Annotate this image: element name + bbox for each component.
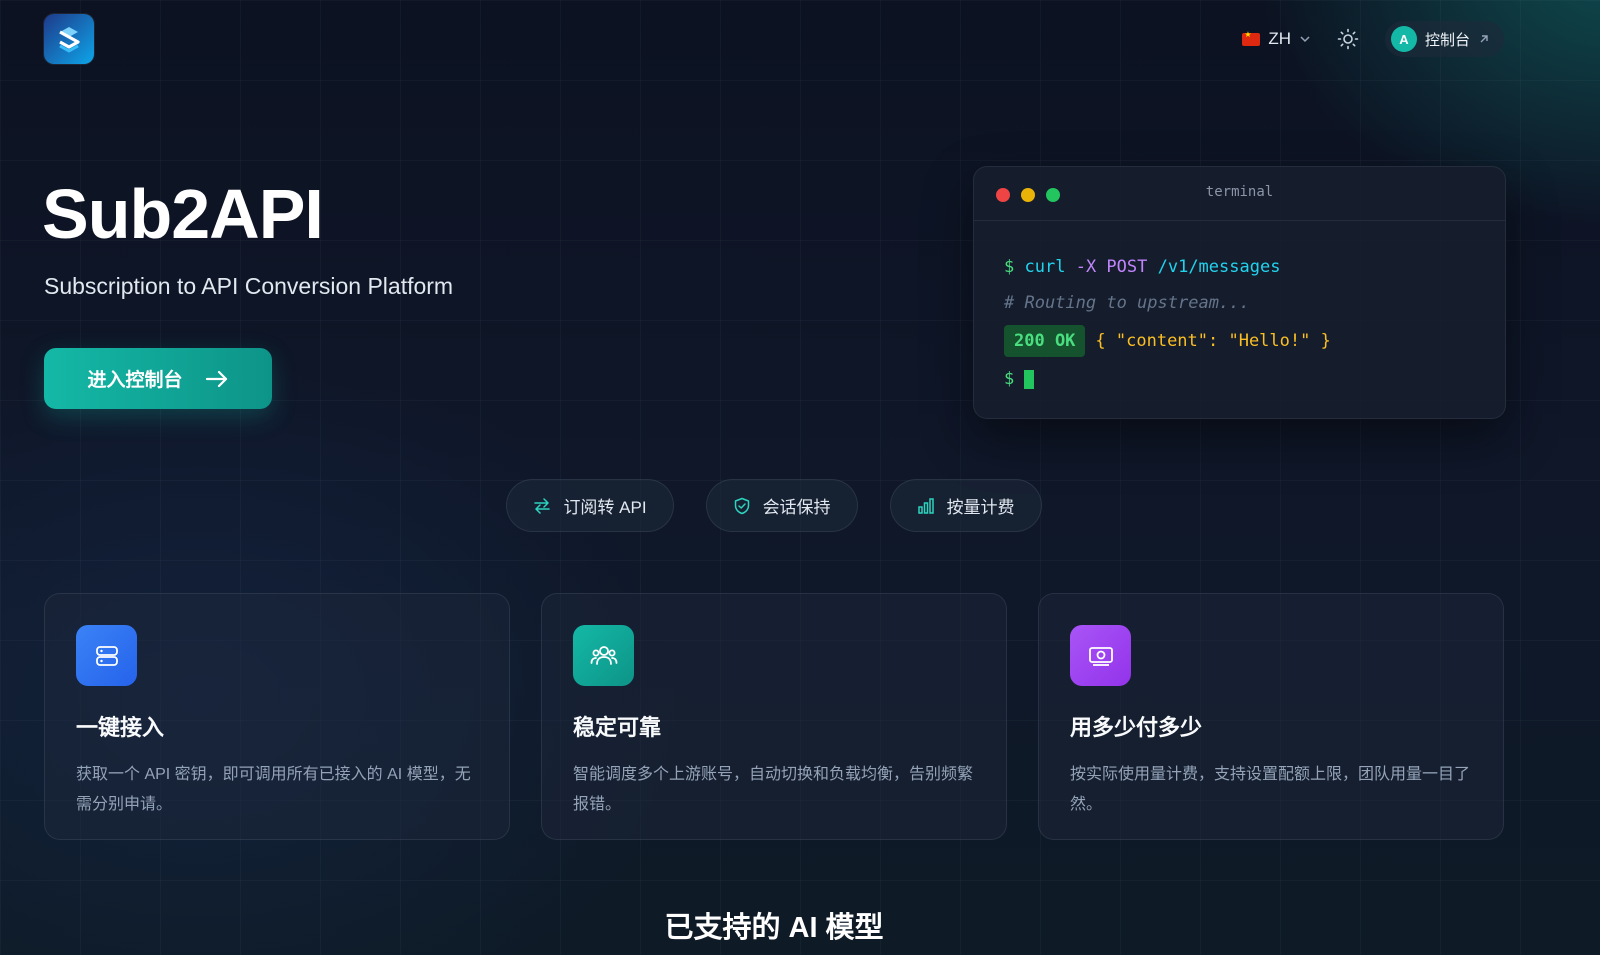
- status-badge: 200 OK: [1004, 325, 1086, 357]
- pill-label: 订阅转 API: [563, 498, 647, 517]
- arrow-right-icon: [205, 370, 227, 387]
- feature-card-reliable: 稳定可靠 智能调度多个上游账号，自动切换和负载均衡，告别频繁报错。: [541, 593, 1007, 840]
- console-link-label: 控制台: [1424, 31, 1470, 49]
- feature-card-one-click: 一键接入 获取一个 API 密钥，即可调用所有已接入的 AI 模型，无需分别申请…: [44, 593, 510, 840]
- pill-session-persistence[interactable]: 会话保持: [705, 479, 858, 532]
- pill-label: 按量计费: [946, 498, 1015, 517]
- command-path: /v1/messages: [1157, 257, 1281, 277]
- models-section-title: 已支持的 AI 模型: [664, 912, 884, 944]
- card-title: 一键接入: [76, 715, 165, 740]
- pill-subscription-to-api[interactable]: 订阅转 API: [506, 479, 674, 532]
- terminal-line-command: $ curl -X POST /v1/messages: [1004, 249, 1505, 285]
- terminal-title: terminal: [1205, 184, 1274, 200]
- logo-icon: [59, 27, 80, 53]
- card-title: 稳定可靠: [573, 715, 662, 740]
- terminal-line-response: 200 OK { "content": "Hello!" }: [1004, 321, 1505, 361]
- users-icon: [573, 625, 634, 686]
- avatar: A: [1390, 26, 1417, 52]
- terminal-cursor: [1024, 369, 1035, 389]
- terminal-titlebar: terminal: [974, 167, 1505, 221]
- hero-title: Sub2API: [42, 175, 324, 253]
- money-icon: [1070, 625, 1131, 686]
- response-body: { "content": "Hello!" }: [1095, 331, 1331, 351]
- pill-pay-per-use[interactable]: 按量计费: [889, 479, 1042, 532]
- card-description: 获取一个 API 密钥，即可调用所有已接入的 AI 模型，无需分别申请。: [76, 766, 471, 813]
- pill-label: 会话保持: [762, 498, 831, 517]
- header-actions: ZH A 控制台: [1242, 20, 1504, 58]
- bar-chart-icon: [917, 497, 934, 514]
- terminal-body: $ curl -X POST /v1/messages # Routing to…: [974, 221, 1505, 397]
- terminal-line-prompt: $: [1004, 361, 1505, 397]
- card-title: 用多少付多少: [1070, 715, 1203, 740]
- server-icon: [76, 625, 137, 686]
- logo[interactable]: [44, 14, 94, 64]
- china-flag-icon: [1242, 30, 1261, 46]
- shield-check-icon: [734, 497, 749, 514]
- sun-icon: [1337, 28, 1359, 50]
- prompt: $: [1004, 369, 1015, 389]
- prompt: $: [1004, 257, 1015, 277]
- enter-console-label: 进入控制台: [87, 370, 183, 391]
- terminal-window: terminal $ curl -X POST /v1/messages # R…: [973, 166, 1506, 419]
- feature-card-pay-as-you-go: 用多少付多少 按实际使用量计费，支持设置配额上限，团队用量一目了然。: [1038, 593, 1504, 840]
- command-flag: -X POST: [1075, 257, 1148, 277]
- swap-arrows-icon: [534, 497, 551, 514]
- card-description: 智能调度多个上游账号，自动切换和负载均衡，告别频繁报错。: [573, 766, 974, 813]
- command-name: curl: [1024, 257, 1066, 277]
- enter-console-button[interactable]: 进入控制台: [44, 348, 272, 409]
- theme-toggle[interactable]: [1333, 24, 1363, 54]
- feature-pills: 订阅转 API 会话保持 按量计费: [0, 479, 1600, 532]
- hero-subtitle: Subscription to API Conversion Platform: [44, 273, 454, 299]
- card-description: 按实际使用量计费，支持设置配额上限，团队用量一目了然。: [1070, 766, 1471, 813]
- chevron-down-icon: [1300, 36, 1310, 43]
- language-selector[interactable]: ZH: [1242, 29, 1311, 49]
- external-link-icon: [1480, 35, 1488, 43]
- console-link[interactable]: A 控制台: [1384, 21, 1504, 57]
- terminal-line-comment: # Routing to upstream...: [1004, 293, 1250, 313]
- language-label: ZH: [1268, 29, 1291, 48]
